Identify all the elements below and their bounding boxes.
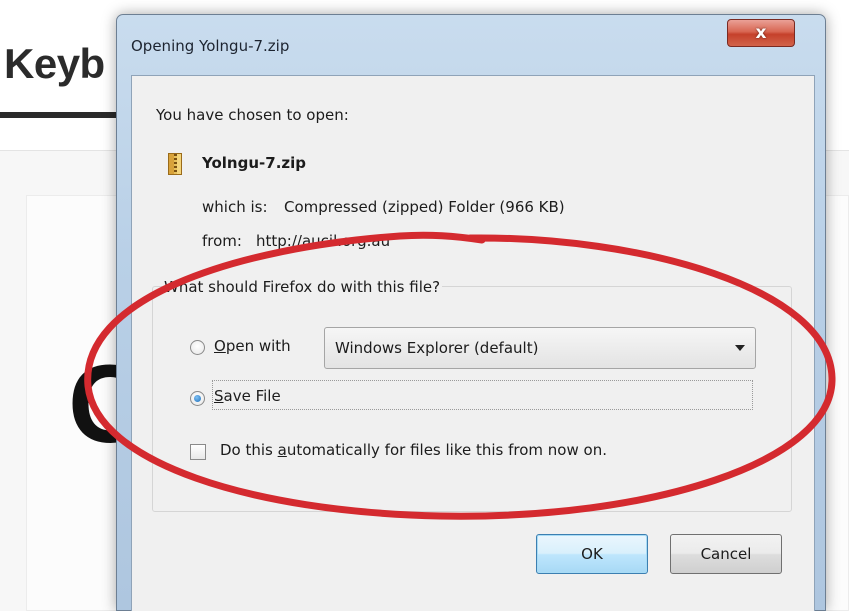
heading-underline (0, 112, 130, 118)
file-source-value: http://aucil.org.au (256, 232, 391, 250)
dialog-titlebar[interactable]: Opening Yolngu-7.zip x (117, 15, 825, 69)
file-name: Yolngu-7.zip (202, 154, 306, 172)
dialog-body: You have chosen to open: Yolngu-7.zip wh… (131, 75, 815, 611)
open-with-radio[interactable] (190, 340, 205, 355)
background-page-heading: Keyb (4, 40, 105, 87)
auto-action-label[interactable]: Do this automatically for files like thi… (220, 441, 607, 459)
save-file-focus-rect (212, 380, 753, 410)
close-button[interactable]: x (727, 19, 795, 47)
file-type-value: Compressed (zipped) Folder (966 KB) (284, 198, 565, 216)
file-type-label: which is: (202, 198, 268, 216)
save-file-label[interactable]: Save File (214, 387, 281, 405)
dropdown-arrow-icon (735, 345, 745, 351)
auto-action-checkbox[interactable] (190, 444, 206, 460)
chosen-to-open-label: You have chosen to open: (156, 106, 349, 124)
open-with-label[interactable]: Open with (214, 337, 291, 355)
open-with-selected-value: Windows Explorer (default) (335, 339, 539, 357)
cancel-button[interactable]: Cancel (670, 534, 782, 574)
open-with-select[interactable]: Windows Explorer (default) (324, 327, 756, 369)
action-question: What should Firefox do with this file? (162, 278, 443, 296)
file-source-label: from: (202, 232, 242, 250)
save-file-radio[interactable] (190, 391, 205, 406)
dialog-title: Opening Yolngu-7.zip (131, 37, 290, 55)
download-dialog: Opening Yolngu-7.zip x You have chosen t… (116, 14, 826, 611)
zip-folder-icon (168, 153, 182, 175)
ok-button[interactable]: OK (536, 534, 648, 574)
close-icon: x (755, 23, 767, 43)
